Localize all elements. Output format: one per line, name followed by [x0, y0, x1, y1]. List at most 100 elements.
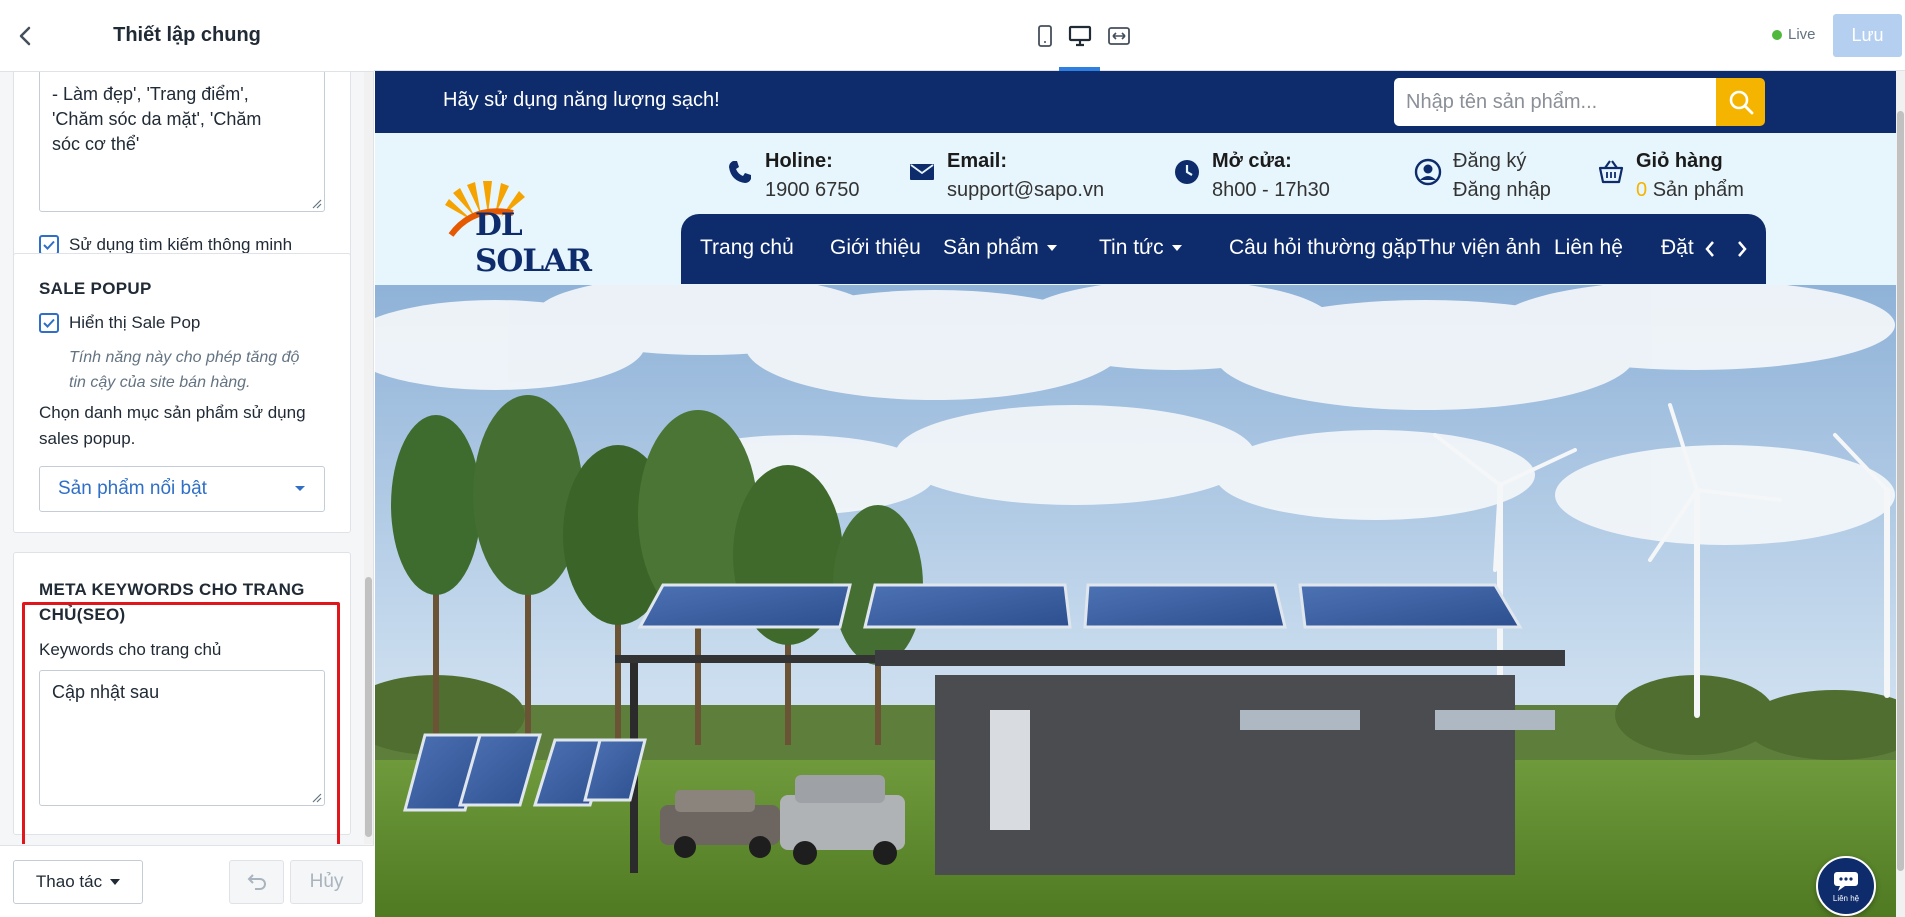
sidebar-header: Thiết lập chung: [0, 0, 374, 72]
check-icon: [43, 318, 55, 328]
hero-illustration: [375, 285, 1900, 917]
smart-search-checkbox[interactable]: [39, 235, 59, 255]
phone-icon: [725, 157, 755, 187]
nav-item-news[interactable]: Tin tức: [1099, 236, 1182, 260]
nav-item-about[interactable]: Giới thiệu: [830, 236, 921, 260]
chevron-left-icon[interactable]: [1704, 239, 1716, 259]
promo-bar: Hãy sử dụng năng lượng sạch! Nhập tên sả…: [375, 71, 1900, 133]
caret-down-icon: [295, 486, 305, 491]
email-label: Email:: [947, 150, 1008, 172]
sidebar-footer: Thao tác Hủy: [0, 845, 374, 917]
search-button[interactable]: [1716, 78, 1765, 126]
nav-item-products[interactable]: Sản phẩm: [943, 236, 1057, 260]
caret-down-icon: [1046, 245, 1057, 252]
label-line: sales popup.: [39, 429, 136, 448]
search-placeholder: Nhập tên sản phẩm...: [1406, 90, 1598, 113]
nav-item-contact[interactable]: Liên hệ: [1554, 236, 1623, 260]
main-navigation: Trang chủ Giới thiệu Sản phẩm Tin tức Câ…: [681, 214, 1766, 284]
sale-pop-row[interactable]: Hiển thị Sale Pop: [39, 313, 200, 333]
cart-label: Giỏ hàng: [1636, 150, 1723, 172]
hotline-value[interactable]: 1900 6750: [765, 175, 860, 205]
category-label: Chọn danh mục sản phẩm sử dụng sales pop…: [39, 400, 306, 452]
textarea-value: Cập nhật sau: [52, 682, 160, 702]
home-keywords-textarea[interactable]: Cập nhật sau: [39, 670, 325, 806]
textarea-line: sóc cơ thể': [52, 134, 140, 154]
chat-icon: [1834, 871, 1858, 891]
live-status-badge: Live: [1772, 26, 1816, 43]
sidebar-scroll-area: - Làm đẹp', 'Trang điểm', 'Chăm sóc da m…: [0, 72, 374, 844]
textarea-line: - Làm đẹp', 'Trang điểm',: [52, 84, 249, 104]
hours-info: Mở cửa: 8h00 - 17h30: [1172, 147, 1330, 205]
meta-keywords-card: META KEYWORDS CHO TRANG CHỦ(SEO) Keyword…: [13, 552, 351, 835]
desktop-view-button[interactable]: [1066, 22, 1094, 50]
contact-chat-button[interactable]: Liên hệ: [1816, 856, 1876, 916]
email-icon: [907, 157, 937, 187]
smart-search-label: Sử dụng tìm kiếm thông minh: [69, 235, 293, 254]
sale-popup-card: SALE POPUP Hiển thị Sale Pop Tính năng n…: [13, 253, 351, 533]
register-link[interactable]: Đăng ký: [1453, 147, 1551, 175]
category-select-value: Sản phẩm nổi bật: [58, 478, 207, 499]
sidebar-title: Thiết lập chung: [113, 24, 261, 46]
check-icon: [43, 240, 55, 250]
sale-popup-title: SALE POPUP: [39, 279, 152, 298]
sale-pop-checkbox[interactable]: [39, 313, 59, 333]
actions-dropdown-button[interactable]: Thao tác: [13, 860, 143, 904]
resize-grip-icon[interactable]: [312, 793, 322, 803]
cart-count: 0: [1636, 179, 1648, 201]
login-link[interactable]: Đăng nhập: [1453, 175, 1551, 205]
site-logo[interactable]: DL SOLAR: [443, 175, 643, 279]
undo-icon: [247, 874, 266, 890]
preview-scrollbar-thumb[interactable]: [1897, 111, 1904, 871]
fullwidth-view-button[interactable]: [1105, 22, 1133, 50]
chat-label: Liên hệ: [1832, 893, 1860, 903]
live-dot-icon: [1772, 29, 1782, 40]
cart-icon: [1596, 157, 1626, 187]
undo-button[interactable]: [229, 860, 284, 904]
account-info: Đăng ký Đăng nhập: [1413, 147, 1551, 205]
site-preview: Hãy sử dụng năng lượng sạch! Nhập tên sả…: [375, 71, 1900, 917]
email-info: Email: support@sapo.vn: [907, 147, 1104, 205]
nav-item-faq[interactable]: Câu hỏi thường gặp: [1229, 236, 1417, 260]
chevron-left-icon: [19, 26, 31, 45]
search-keywords-textarea[interactable]: - Làm đẹp', 'Trang điểm', 'Chăm sóc da m…: [39, 72, 325, 212]
hotline-info: Holine: 1900 6750: [725, 147, 860, 205]
sale-pop-help-text: Tính năng này cho phép tăng độ tin cậy c…: [69, 345, 299, 395]
hotline-label: Holine:: [765, 150, 833, 172]
cancel-button[interactable]: Hủy: [290, 860, 363, 904]
cart-info[interactable]: Giỏ hàng 0 Sản phẩm: [1596, 147, 1744, 205]
sidebar-scrollbar[interactable]: [364, 72, 373, 844]
resize-grip-icon[interactable]: [312, 199, 322, 209]
nav-scroll-arrows: [1694, 232, 1758, 266]
title-line: META KEYWORDS CHO TRANG: [39, 580, 305, 599]
clock-icon: [1172, 157, 1202, 187]
search-icon: [1729, 90, 1753, 115]
sidebar-scrollbar-thumb[interactable]: [365, 577, 372, 837]
hero-banner-image: Liên hệ: [375, 285, 1900, 917]
preview-scrollbar[interactable]: [1896, 71, 1905, 917]
fullwidth-icon: [1108, 27, 1130, 45]
email-value[interactable]: support@sapo.vn: [947, 175, 1104, 205]
live-label: Live: [1788, 26, 1816, 43]
promo-text: Hãy sử dụng năng lượng sạch!: [443, 89, 720, 111]
editor-toolbar: Live Lưu: [374, 0, 1905, 71]
site-header: DL SOLAR Holine: 1900 6750 Email: suppor…: [375, 133, 1900, 285]
help-line: tin cậy của site bán hàng.: [69, 374, 251, 391]
product-search-input[interactable]: Nhập tên sản phẩm...: [1394, 78, 1716, 126]
actions-label: Thao tác: [35, 872, 103, 891]
textarea-line: 'Chăm sóc da mặt', 'Chăm: [52, 109, 262, 129]
nav-item-order[interactable]: Đặt: [1661, 236, 1694, 260]
caret-down-icon: [110, 879, 121, 885]
smart-search-row[interactable]: Sử dụng tìm kiếm thông minh: [39, 235, 292, 255]
label-line: Chọn danh mục sản phẩm sử dụng: [39, 403, 306, 422]
category-select[interactable]: Sản phẩm nổi bật: [39, 466, 325, 512]
settings-sidebar: Thiết lập chung - Làm đẹp', 'Trang điểm'…: [0, 0, 374, 917]
chevron-right-icon[interactable]: [1736, 239, 1748, 259]
nav-item-home[interactable]: Trang chủ: [700, 236, 794, 260]
mobile-view-button[interactable]: [1031, 22, 1059, 50]
nav-item-gallery[interactable]: Thư viện ảnh: [1417, 236, 1541, 260]
nav-label: Sản phẩm: [943, 236, 1039, 259]
back-button[interactable]: [0, 0, 50, 72]
meta-keywords-title: META KEYWORDS CHO TRANG CHỦ(SEO): [39, 577, 305, 627]
save-button[interactable]: Lưu: [1833, 14, 1902, 57]
keywords-field-label: Keywords cho trang chủ: [39, 640, 222, 659]
